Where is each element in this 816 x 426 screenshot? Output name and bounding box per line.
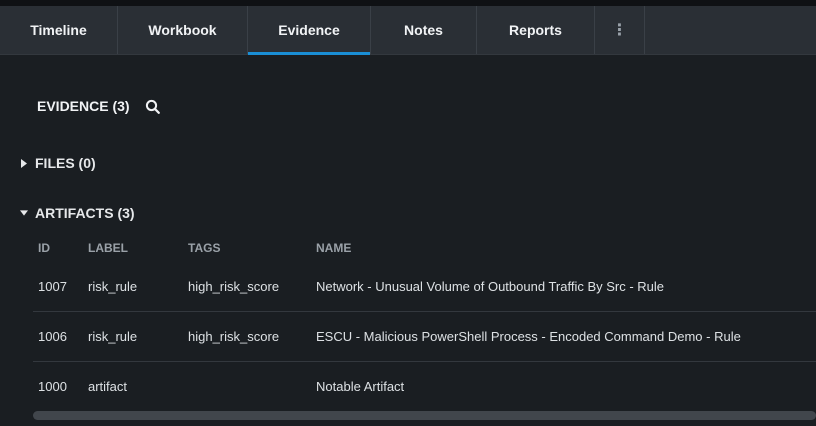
column-header-tags[interactable]: TAGS	[183, 241, 311, 255]
table-row[interactable]: 1006 risk_rule high_risk_score ESCU - Ma…	[33, 311, 816, 361]
cell-id: 1006	[38, 329, 67, 344]
tab-notes[interactable]: Notes	[371, 6, 477, 54]
search-icon[interactable]	[145, 99, 161, 115]
horizontal-scrollbar[interactable]	[33, 411, 816, 420]
caret-down-icon	[20, 208, 28, 218]
caret-right-icon	[20, 158, 28, 168]
cell-name: Network - Unusual Volume of Outbound Tra…	[316, 279, 665, 294]
cell-id: 1000	[38, 379, 67, 394]
files-group-label: FILES (0)	[35, 155, 96, 171]
evidence-title: EVIDENCE (3)	[37, 98, 130, 114]
cell-name: Notable Artifact	[316, 379, 405, 394]
cell-label: risk_rule	[88, 279, 138, 294]
column-header-id[interactable]: ID	[33, 241, 83, 255]
cell-label: artifact	[88, 379, 128, 394]
tab-timeline[interactable]: Timeline	[0, 6, 118, 54]
cell-name: ESCU - Malicious PowerShell Process - En…	[316, 329, 741, 344]
table-header: ID LABEL TAGS NAME	[33, 234, 816, 262]
table-row[interactable]: 1007 risk_rule high_risk_score Network -…	[33, 262, 816, 311]
artifacts-table: ID LABEL TAGS NAME 1007 risk_rule high_r…	[33, 234, 816, 411]
tab-evidence[interactable]: Evidence	[248, 6, 371, 55]
tab-bar: Timeline Workbook Evidence Notes Reports…	[0, 6, 816, 55]
column-header-label[interactable]: LABEL	[83, 241, 183, 255]
table-row[interactable]: 1000 artifact Notable Artifact	[33, 361, 816, 411]
cell-label: risk_rule	[88, 329, 138, 344]
cell-tags: high_risk_score	[188, 279, 280, 294]
artifacts-group-toggle[interactable]: ARTIFACTS (3)	[20, 205, 135, 221]
tab-workbook[interactable]: Workbook	[118, 6, 248, 54]
more-options-icon[interactable]: ⋮	[595, 6, 645, 54]
cell-id: 1007	[38, 279, 67, 294]
artifacts-group-label: ARTIFACTS (3)	[35, 205, 135, 221]
cell-tags: high_risk_score	[188, 329, 280, 344]
files-group-toggle[interactable]: FILES (0)	[20, 155, 96, 171]
column-header-name[interactable]: NAME	[311, 241, 816, 255]
tab-reports[interactable]: Reports	[477, 6, 595, 54]
